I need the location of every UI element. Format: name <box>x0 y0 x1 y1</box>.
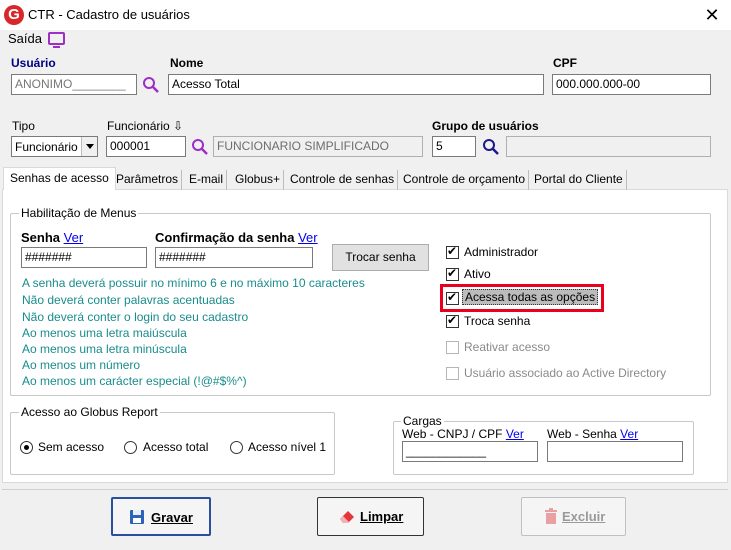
window-title: CTR - Cadastro de usuários <box>28 7 190 22</box>
tipo-select-value: Funcionário <box>15 140 78 154</box>
web-senha-input[interactable] <box>547 441 683 462</box>
grupo-code-input[interactable]: 5 <box>432 136 476 157</box>
acesso-nivel1-label: Acesso nível 1 <box>248 440 327 454</box>
active-directory-label: Usuário associado ao Active Directory <box>464 366 667 380</box>
rule-item: Ao menos uma letra minúscula <box>22 342 187 356</box>
cpf-input[interactable]: 000.000.000-00 <box>552 74 711 95</box>
web-senha-label-text: Web - Senha <box>547 427 617 441</box>
eraser-icon <box>340 511 354 523</box>
rule-item: Não deverá conter palavras acentuadas <box>22 293 235 307</box>
excluir-label: Excluir <box>562 509 606 524</box>
habilitacao-title: Habilitação de Menus <box>19 206 139 220</box>
acessa-todas-label-wrap: Acessa todas as opções <box>462 289 599 305</box>
tab-email[interactable]: E-mail <box>186 170 228 190</box>
cargas-title: Cargas <box>401 414 444 428</box>
acesso-total-label: Acesso total <box>143 440 209 454</box>
nome-input[interactable]: Acesso Total <box>168 74 544 95</box>
tab-senhas-de-acesso[interactable]: Senhas de acesso <box>3 167 116 190</box>
tab-controle-de-orcamento[interactable]: Controle de orçamento <box>400 170 530 190</box>
nome-label: Nome <box>170 56 204 70</box>
acesso-total-radio[interactable] <box>124 441 137 454</box>
usuario-label: Usuário <box>11 56 56 70</box>
confirmacao-input[interactable]: ####### <box>155 247 313 268</box>
reativar-acesso-label: Reativar acesso <box>464 340 551 354</box>
confirmacao-label-text: Confirmação da senha <box>155 230 295 245</box>
ativo-checkbox[interactable] <box>446 266 459 281</box>
monitor-icon[interactable] <box>48 32 65 48</box>
senha-label-text: Senha <box>21 230 61 245</box>
gravar-button[interactable]: Gravar <box>111 497 211 536</box>
rule-item: A senha deverá possuir no mínimo 6 e no … <box>22 276 365 290</box>
sem-acesso-radio[interactable] <box>20 441 33 454</box>
search-usuario-icon[interactable] <box>142 76 160 94</box>
web-senha-ver-link[interactable]: Ver <box>620 427 638 441</box>
footer-divider <box>2 489 728 490</box>
cnpj-ver-link[interactable]: Ver <box>506 427 524 441</box>
cpf-label: CPF <box>553 56 577 70</box>
globus-report-title: Acesso ao Globus Report <box>19 405 160 419</box>
tab-parametros[interactable]: Parâmetros <box>113 170 183 190</box>
administrador-label: Administrador <box>464 245 539 259</box>
tab-globus-plus[interactable]: Globus+ <box>232 170 285 190</box>
troca-senha-checkbox[interactable] <box>446 313 459 328</box>
funcionario-name-input: FUNCIONARIO SIMPLIFICADO <box>213 136 423 157</box>
usuario-input[interactable]: ANONIMO________ <box>11 74 137 95</box>
funcionario-code-input[interactable]: 000001 <box>106 136 186 157</box>
floppy-disk-icon <box>130 510 144 524</box>
cnpj-label-text: Web - CNPJ / CPF <box>402 427 503 441</box>
sem-acesso-label: Sem acesso <box>38 440 105 454</box>
funcionario-label: Funcionário ⇩ <box>107 119 184 133</box>
gravar-label: Gravar <box>151 510 193 525</box>
rule-item: Não deverá conter o login do seu cadastr… <box>22 310 249 324</box>
acessa-todas-label: Acessa todas as opções <box>462 289 599 305</box>
active-directory-checkbox[interactable] <box>446 367 459 380</box>
confirmacao-label: Confirmação da senha Ver <box>155 230 318 245</box>
search-grupo-icon[interactable] <box>482 138 500 156</box>
menu-saida[interactable]: Saída <box>8 31 42 46</box>
acesso-nivel1-radio[interactable] <box>230 441 243 454</box>
tipo-select[interactable]: Funcionário <box>11 136 98 157</box>
close-icon[interactable]: ✕ <box>700 3 724 27</box>
administrador-checkbox[interactable] <box>446 244 459 259</box>
cnpj-input[interactable]: ____________ <box>402 441 538 462</box>
senha-ver-link[interactable]: Ver <box>64 230 84 245</box>
app-logo-icon: G <box>4 5 24 25</box>
rule-item: Ao menos um carácter especial (!@#$%^) <box>22 374 247 388</box>
limpar-label: Limpar <box>360 509 404 524</box>
ativo-label: Ativo <box>464 267 491 281</box>
tab-portal-do-cliente[interactable]: Portal do Cliente <box>531 170 627 190</box>
tab-controle-de-senhas[interactable]: Controle de senhas <box>287 170 399 190</box>
grupo-label: Grupo de usuários <box>432 119 539 133</box>
troca-senha-label: Troca senha <box>464 314 531 328</box>
tipo-label: Tipo <box>12 119 35 133</box>
reativar-acesso-checkbox[interactable] <box>446 341 459 354</box>
web-senha-label: Web - Senha Ver <box>547 427 638 441</box>
acessa-todas-checkbox[interactable] <box>446 290 459 305</box>
senha-label: Senha Ver <box>21 230 83 245</box>
trocar-senha-button[interactable]: Trocar senha <box>332 244 429 271</box>
grupo-name-input <box>506 136 711 157</box>
cnpj-label: Web - CNPJ / CPF Ver <box>402 427 524 441</box>
search-funcionario-icon[interactable] <box>191 138 209 156</box>
senha-input[interactable]: ####### <box>21 247 147 268</box>
trash-icon <box>545 508 557 524</box>
rule-item: Ao menos uma letra maiúscula <box>22 326 187 340</box>
limpar-button[interactable]: Limpar <box>317 497 424 536</box>
chevron-down-icon[interactable] <box>81 137 97 156</box>
excluir-button[interactable]: Excluir <box>521 497 626 536</box>
rule-item: Ao menos um número <box>22 358 141 372</box>
confirmacao-ver-link[interactable]: Ver <box>298 230 318 245</box>
